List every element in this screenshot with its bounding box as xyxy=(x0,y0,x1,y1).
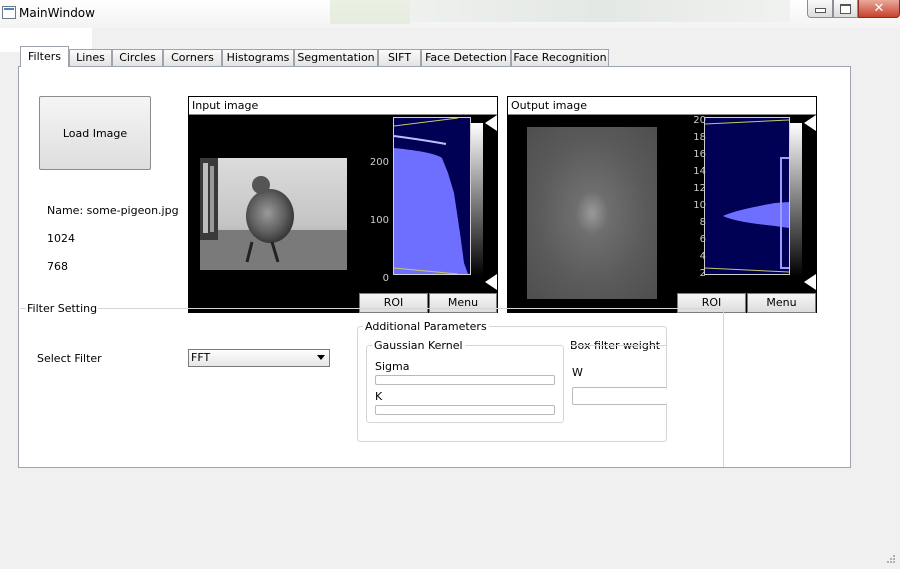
upper-level-handle[interactable] xyxy=(804,115,816,131)
lower-level-handle[interactable] xyxy=(485,274,497,290)
maximize-icon xyxy=(840,3,851,14)
close-icon: ✕ xyxy=(873,0,885,16)
close-button[interactable]: ✕ xyxy=(858,0,900,18)
window-title: MainWindow xyxy=(19,6,95,20)
tab-face-detection[interactable]: Face Detection xyxy=(421,49,511,66)
tab-filters[interactable]: Filters xyxy=(20,46,69,67)
minimize-icon xyxy=(814,8,826,13)
input-pane-title: Input image xyxy=(189,97,497,115)
y-tick: 8 xyxy=(699,217,706,228)
title-bar[interactable] xyxy=(0,0,900,28)
output-roi-button[interactable]: ROI xyxy=(677,293,746,313)
load-image-button[interactable]: Load Image xyxy=(39,96,151,170)
tab-segmentation[interactable]: Segmentation xyxy=(294,49,378,66)
select-filter-label: Select Filter xyxy=(37,352,102,365)
output-image-pane: Output image 20 18 16 14 12 10 8 6 4 2 R… xyxy=(507,96,817,313)
output-menu-button[interactable]: Menu xyxy=(747,293,816,313)
tab-circles[interactable]: Circles xyxy=(112,49,163,66)
resize-grip-icon[interactable] xyxy=(884,554,896,566)
y-tick: 14 xyxy=(693,166,706,177)
output-histogram xyxy=(704,117,790,275)
dropdown-arrow-icon[interactable] xyxy=(317,355,325,360)
pigeon-photo xyxy=(200,158,347,270)
minimize-button[interactable] xyxy=(807,0,833,18)
tab-sift[interactable]: SIFT xyxy=(378,49,421,66)
y-tick: 10 xyxy=(693,200,706,211)
tab-face-recognition[interactable]: Face Recognition xyxy=(511,49,609,66)
y-tick: 20 xyxy=(693,115,706,126)
filter-select-value: FFT xyxy=(191,351,211,364)
k-label: K xyxy=(375,390,383,403)
image-name: Name: some-pigeon.jpg xyxy=(47,204,179,217)
filter-setting-title: Filter Setting xyxy=(26,302,99,315)
y-tick: 4 xyxy=(699,251,706,262)
sigma-input[interactable] xyxy=(375,375,555,385)
gaussian-kernel-title: Gaussian Kernel xyxy=(372,339,465,352)
y-tick: 18 xyxy=(693,132,706,143)
y-tick: 6 xyxy=(699,234,706,245)
input-roi-button[interactable]: ROI xyxy=(359,293,428,313)
background-window-blur xyxy=(330,0,410,24)
y-tick: 0 xyxy=(382,273,389,284)
tab-lines[interactable]: Lines xyxy=(69,49,112,66)
y-tick: 16 xyxy=(693,149,706,160)
y-tick: 100 xyxy=(369,215,389,226)
k-input[interactable] xyxy=(375,405,555,415)
tab-histograms[interactable]: Histograms xyxy=(222,49,294,66)
w-label: W xyxy=(572,366,583,379)
input-image[interactable] xyxy=(200,158,347,270)
y-tick: 200 xyxy=(369,157,389,168)
input-menu-button[interactable]: Menu xyxy=(429,293,497,313)
background-window-blur xyxy=(410,0,790,22)
fft-output-image[interactable] xyxy=(527,127,657,299)
filter-select[interactable]: FFT xyxy=(188,349,330,367)
input-image-pane: Input image 200 100 0 ROI Menu xyxy=(188,96,498,313)
grayscale-bar xyxy=(790,123,802,277)
upper-level-handle[interactable] xyxy=(485,115,497,131)
vertical-divider xyxy=(723,309,724,467)
y-tick: 2 xyxy=(699,268,706,279)
lower-level-handle[interactable] xyxy=(804,274,816,290)
grayscale-bar xyxy=(471,123,483,277)
tab-corners[interactable]: Corners xyxy=(163,49,222,66)
output-pane-title: Output image xyxy=(508,97,816,115)
additional-parameters-title: Additional Parameters xyxy=(363,320,489,333)
image-width: 1024 xyxy=(47,232,75,245)
app-icon xyxy=(2,6,16,19)
sigma-label: Sigma xyxy=(375,360,410,373)
filter-setting-divider xyxy=(20,308,720,309)
y-tick: 12 xyxy=(693,183,706,194)
maximize-button[interactable] xyxy=(833,0,858,18)
w-input[interactable] xyxy=(572,387,667,405)
input-histogram xyxy=(393,117,471,275)
image-height: 768 xyxy=(47,260,68,273)
